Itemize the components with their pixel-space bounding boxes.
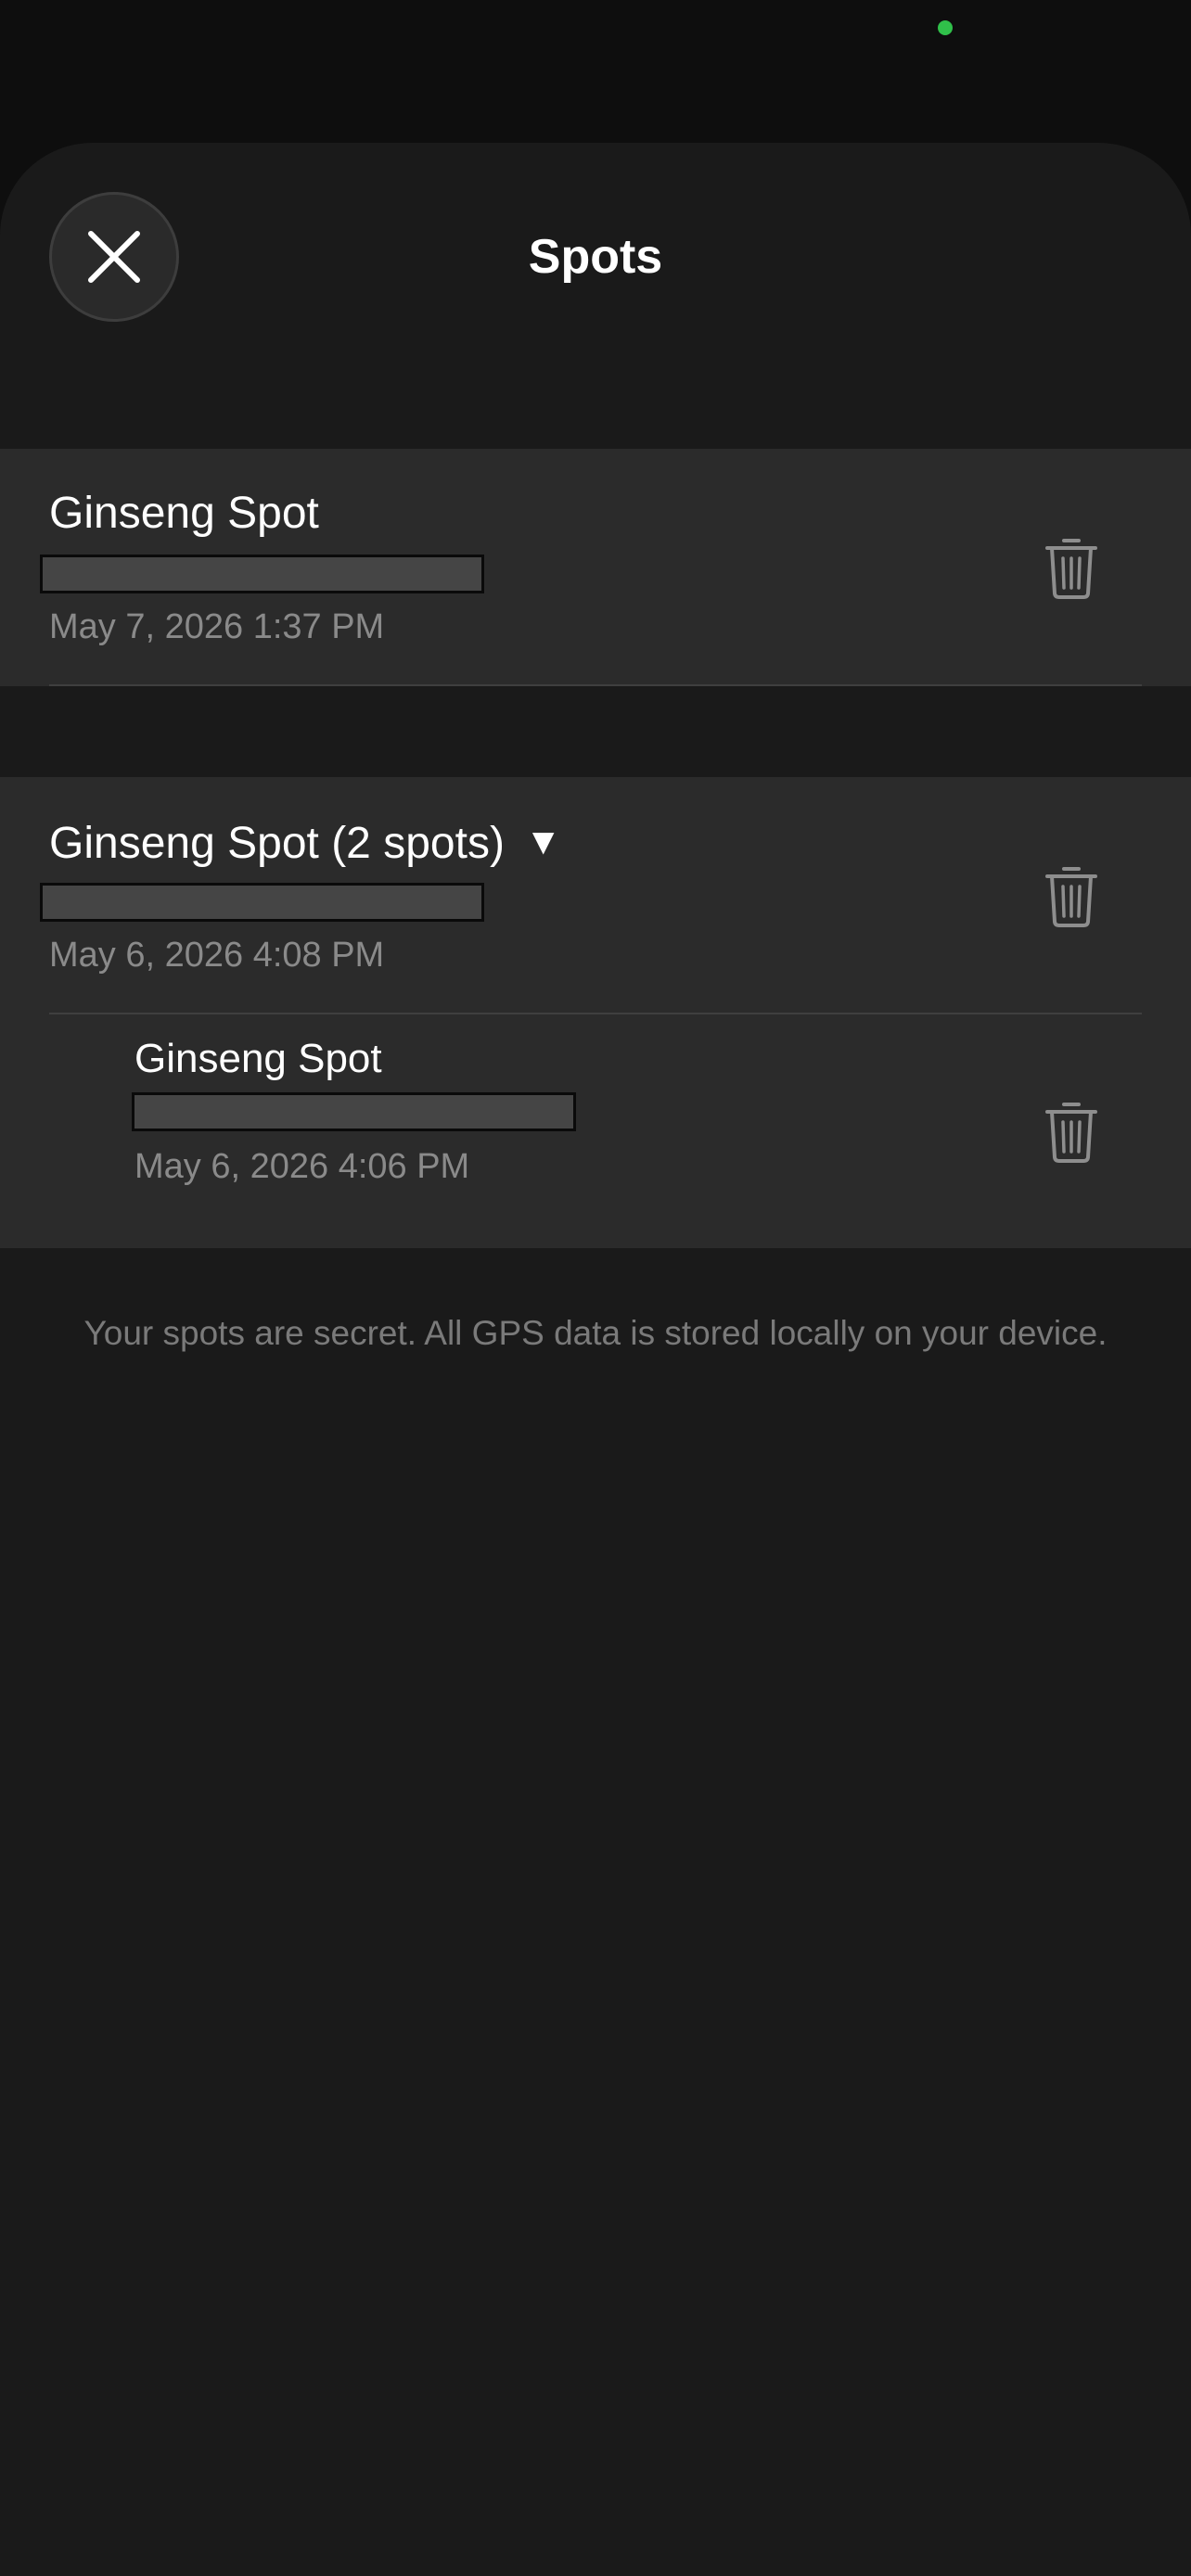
spot-group-name: Ginseng Spot (2 spots) bbox=[49, 819, 505, 868]
trash-icon bbox=[1045, 539, 1097, 599]
trash-icon bbox=[1045, 867, 1097, 927]
row-divider bbox=[49, 684, 1142, 686]
page-title: Spots bbox=[528, 230, 663, 284]
spot-row[interactable]: Ginseng Spot May 7, 2026 1:37 PM bbox=[0, 449, 1191, 686]
expand-toggle-icon[interactable]: ▼ bbox=[525, 816, 562, 868]
spots-sheet: Spots Ginseng Spot May 7, 2026 1:37 PM G… bbox=[0, 143, 1191, 2576]
spot-row[interactable]: Ginseng Spot (2 spots) ▼ May 6, 2026 4:08… bbox=[0, 777, 1191, 1014]
spot-name: Ginseng Spot bbox=[134, 1036, 382, 1081]
spot-name: Ginseng Spot (2 spots) ▼ bbox=[49, 816, 562, 870]
redacted-coordinates bbox=[40, 883, 484, 922]
recording-indicator-dot bbox=[938, 20, 953, 35]
privacy-note: Your spots are secret. All GPS data is s… bbox=[83, 1314, 1108, 1352]
spot-date: May 6, 2026 4:06 PM bbox=[134, 1147, 470, 1186]
trash-icon bbox=[1045, 1103, 1097, 1163]
spot-name: Ginseng Spot bbox=[49, 489, 319, 538]
spot-group: Ginseng Spot May 7, 2026 1:37 PM bbox=[0, 449, 1191, 686]
spot-date: May 7, 2026 1:37 PM bbox=[49, 607, 385, 646]
spot-group: Ginseng Spot (2 spots) ▼ May 6, 2026 4:08… bbox=[0, 777, 1191, 1248]
spot-date: May 6, 2026 4:08 PM bbox=[49, 936, 385, 975]
redacted-coordinates bbox=[132, 1092, 576, 1131]
delete-button[interactable] bbox=[1044, 536, 1098, 601]
screen: Spots Ginseng Spot May 7, 2026 1:37 PM G… bbox=[0, 0, 1191, 2576]
redacted-coordinates bbox=[40, 555, 484, 593]
spot-child-row[interactable]: Ginseng Spot May 6, 2026 4:06 PM bbox=[0, 1014, 1191, 1248]
delete-button[interactable] bbox=[1044, 1100, 1098, 1165]
delete-button[interactable] bbox=[1044, 864, 1098, 929]
